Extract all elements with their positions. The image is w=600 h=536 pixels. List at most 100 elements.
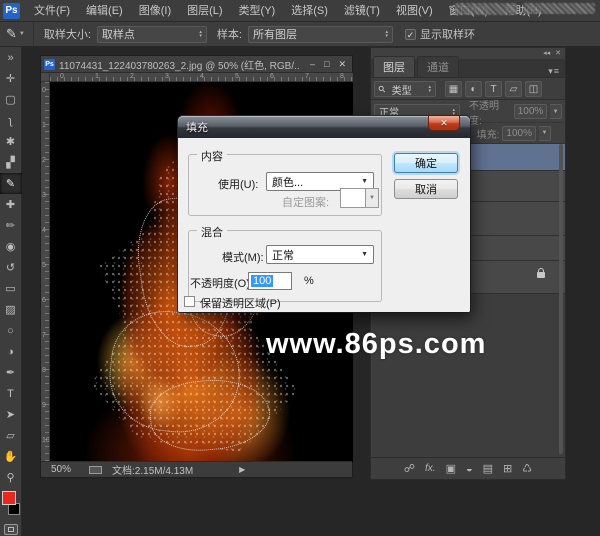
menu-item[interactable]: 图像(I)	[131, 0, 179, 22]
layer-mask-icon[interactable]: ▣	[446, 462, 456, 475]
menu-item[interactable]: 视图(V)	[388, 0, 441, 22]
collapse-panels-icon[interactable]: ◂◂	[543, 49, 550, 57]
ruler-number: 7	[42, 332, 46, 339]
layer-effects-icon[interactable]: fx.	[425, 463, 436, 474]
zoom-tool[interactable]: ⚲	[0, 467, 22, 488]
mode-label: 模式(M):	[222, 249, 264, 265]
collapse-toolbar-icon[interactable]: »	[0, 47, 22, 68]
maximize-icon[interactable]: □	[324, 59, 329, 70]
menu-item[interactable]: 滤镜(T)	[336, 0, 388, 22]
opacity-value[interactable]: 100%	[514, 104, 548, 119]
hand-tool[interactable]: ✋	[0, 446, 22, 467]
ruler-number: 3	[165, 73, 169, 80]
filter-smart-objects-icon[interactable]: ◫	[525, 81, 542, 97]
ruler-number: 2	[130, 73, 134, 80]
pattern-picker[interactable]: ▼	[340, 188, 380, 208]
document-title-bar[interactable]: Ps 11074431_122403780263_2.jpg @ 50% (红色…	[41, 56, 352, 73]
eraser-tool[interactable]: ▭	[0, 278, 22, 299]
dodge-tool[interactable]: ◑	[0, 341, 22, 362]
menu-item[interactable]: 文件(F)	[26, 0, 78, 22]
layer-group-icon[interactable]: ▤	[483, 462, 493, 475]
path-select-tool[interactable]: ➤	[0, 404, 22, 425]
menu-item[interactable]: 图层(L)	[179, 0, 230, 22]
panel-menu-icon[interactable]: ▾≡	[548, 66, 565, 77]
photoshop-window: Ps 文件(F)编辑(E)图像(I)图层(L)类型(Y)选择(S)滤镜(T)视图…	[0, 0, 600, 536]
tool-preset-picker[interactable]: ✎ ▼	[0, 22, 34, 46]
status-doc-icon	[89, 466, 102, 474]
gradient-tool[interactable]: ▨	[0, 299, 22, 320]
healing-brush-tool[interactable]: ✚	[0, 194, 22, 215]
cancel-button[interactable]: 取消	[394, 179, 458, 199]
filter-pixel-layers-icon[interactable]: ▦	[445, 81, 462, 97]
shape-tool[interactable]: ▱	[0, 425, 22, 446]
chevron-down-icon[interactable]: ▼	[550, 104, 562, 119]
status-expand-icon[interactable]: ▶	[239, 465, 245, 474]
ruler-number: 8	[340, 73, 344, 80]
ok-button[interactable]: 确定	[394, 153, 458, 173]
chevron-down-icon: ▼	[366, 188, 379, 208]
move-tool[interactable]: ✛	[0, 68, 22, 89]
foreground-color-swatch[interactable]	[2, 491, 16, 505]
delete-layer-icon[interactable]: ♺	[522, 462, 532, 475]
filter-adjustment-layers-icon[interactable]: ◐	[465, 81, 482, 97]
marquee-tool[interactable]: ▢	[0, 89, 22, 110]
scrollbar[interactable]	[559, 144, 563, 454]
chevron-down-icon: ▼	[19, 31, 25, 37]
ruler-number: 0	[60, 73, 64, 80]
chevron-down-icon[interactable]: ▼	[539, 126, 551, 141]
sample-dropdown[interactable]: 所有图层 ▴▾	[248, 26, 393, 43]
filter-shape-layers-icon[interactable]: ▱	[505, 81, 522, 97]
tab-layers[interactable]: 图层	[373, 56, 415, 77]
mode-dropdown[interactable]: 正常 ▼	[266, 245, 374, 264]
status-bar: 50% 文档:2.15M/4.13M ▶	[41, 461, 352, 477]
ruler-number: 6	[270, 73, 274, 80]
brush-tool[interactable]: ✏	[0, 215, 22, 236]
lasso-tool[interactable]: ʅ	[0, 110, 22, 131]
fill-value[interactable]: 100%	[502, 126, 536, 141]
opacity-input[interactable]: 100	[248, 272, 292, 290]
zoom-level[interactable]: 50%	[51, 464, 71, 475]
menu-item[interactable]: 选择(S)	[283, 0, 336, 22]
horizontal-ruler: 012345678	[50, 73, 353, 82]
menu-item[interactable]: 类型(Y)	[231, 0, 284, 22]
new-layer-icon[interactable]: ⊞	[503, 462, 512, 475]
dialog-close-button[interactable]: ✕	[428, 116, 460, 131]
minimize-icon[interactable]: –	[310, 59, 315, 70]
ruler-number: 10	[42, 437, 50, 444]
crop-tool[interactable]: ▞	[0, 152, 22, 173]
color-swatches[interactable]	[1, 491, 21, 515]
dialog-title-bar[interactable]: 填充	[178, 116, 470, 138]
opacity-selected-text: 100	[251, 275, 273, 287]
ruler-number: 4	[42, 227, 46, 234]
type-tool[interactable]: T	[0, 383, 22, 404]
dialog-opacity-label: 不透明度(O):	[190, 275, 253, 291]
blur-tool[interactable]: ○	[0, 320, 22, 341]
history-brush-tool[interactable]: ↺	[0, 257, 22, 278]
show-ring-checkbox[interactable]: ✓	[405, 29, 416, 40]
tab-channels[interactable]: 通道	[417, 56, 459, 77]
filter-type-layers-icon[interactable]: T	[485, 81, 502, 97]
adjustment-layer-icon[interactable]: ◒	[466, 463, 473, 475]
options-bar: ✎ ▼ 取样大小: 取样点 ▴▾ 样本: 所有图层 ▴▾ ✓ 显示取样环	[0, 22, 600, 47]
close-panel-icon[interactable]: ✕	[555, 49, 561, 57]
close-icon[interactable]: ✕	[338, 59, 346, 70]
tools-panel: »✛▢ʅ✱▞✎✚✏◉↺▭▨○◑✒T➤▱✋⚲	[0, 47, 22, 536]
quick-mask-icon[interactable]	[4, 524, 18, 535]
link-layers-icon[interactable]: ☍	[404, 462, 415, 475]
site-watermark-text: www.86ps.com	[266, 328, 486, 361]
fill-dialog: 填充 ✕ 内容 使用(U): 颜色... ▼ 自定图案: ▼ 确定 取消 混合 …	[178, 116, 470, 312]
layer-filter-dropdown[interactable]: ⚲ 类型 ▴▾	[374, 81, 436, 97]
sample-size-dropdown[interactable]: 取样点 ▴▾	[97, 26, 207, 43]
eyedropper-tool[interactable]: ✎	[0, 173, 22, 194]
layers-panel-toolbar: ☍ fx. ▣ ◒ ▤ ⊞ ♺	[371, 457, 565, 479]
menu-item[interactable]: 编辑(E)	[78, 0, 131, 22]
clone-stamp-tool[interactable]: ◉	[0, 236, 22, 257]
updown-arrows-icon: ▴▾	[385, 30, 388, 38]
preserve-transparency-checkbox[interactable]	[184, 296, 195, 307]
dialog-title: 填充	[178, 119, 208, 135]
pattern-swatch	[340, 188, 366, 208]
ruler-number: 4	[200, 73, 204, 80]
magic-wand-tool[interactable]: ✱	[0, 131, 22, 152]
pen-tool[interactable]: ✒	[0, 362, 22, 383]
sample-label: 样本:	[217, 26, 242, 42]
